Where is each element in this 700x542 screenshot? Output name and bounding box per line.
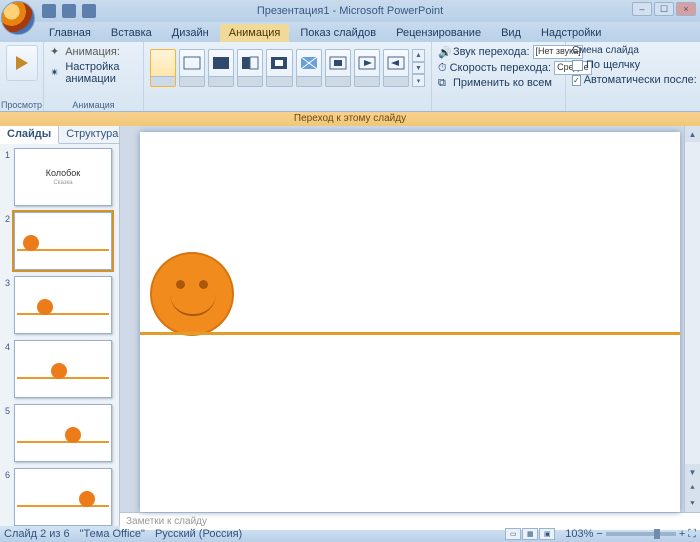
scroll-up-icon[interactable]: ▲ <box>685 126 700 142</box>
panel-tab-slides[interactable]: Слайды <box>0 126 59 144</box>
zoom-out-button[interactable]: − <box>596 528 602 540</box>
face-eye-left <box>176 280 185 289</box>
fit-to-window-button[interactable]: ⛶ <box>688 528 696 541</box>
normal-view-button[interactable]: ▭ <box>505 528 521 540</box>
thumb-number: 1 <box>2 148 10 206</box>
redo-icon[interactable] <box>82 4 96 18</box>
slide-canvas[interactable] <box>140 132 680 512</box>
apply-all-icon: ⧉ <box>438 77 450 89</box>
slide-thumbnail[interactable] <box>14 468 112 526</box>
slides-panel: Слайды Структура× 1КолобокСказка23456 <box>0 126 120 526</box>
next-slide-icon[interactable]: ⯆ <box>685 496 700 512</box>
custom-animation-label: Настройка анимации <box>65 61 137 85</box>
scroll-down-icon[interactable]: ▼ <box>685 464 700 480</box>
slide-thumbnail[interactable]: КолобокСказка <box>14 148 112 206</box>
office-button[interactable] <box>1 1 35 35</box>
maximize-button[interactable]: ☐ <box>654 2 674 16</box>
auto-after-checkbox[interactable]: ✓ <box>572 75 581 86</box>
sound-label: Звук перехода: <box>453 46 530 58</box>
view-buttons: ▭ ▦ ▣ <box>505 528 555 540</box>
zoom-slider[interactable] <box>606 532 676 536</box>
gear-star-icon: ✴ <box>50 66 59 80</box>
advance-group-title: Смена слайда <box>572 45 694 56</box>
ribbon: Просмотр ✦ Анимация: ✴ Настройка анимаци… <box>0 42 700 112</box>
save-icon[interactable] <box>42 4 56 18</box>
transition-item[interactable] <box>296 49 322 87</box>
tab-insert[interactable]: Вставка <box>102 24 161 42</box>
quick-access-toolbar <box>42 4 96 18</box>
tab-slideshow[interactable]: Показ слайдов <box>291 24 385 42</box>
slide-thumbnail[interactable] <box>14 276 112 334</box>
zoom-value[interactable]: 103% <box>565 528 593 540</box>
zoom-in-button[interactable]: + <box>679 528 685 540</box>
tab-design[interactable]: Дизайн <box>163 24 218 42</box>
on-click-label: По щелчку <box>586 59 640 71</box>
transition-gallery: ▲▼▾ <box>150 47 425 89</box>
transition-item[interactable] <box>237 49 263 87</box>
shape-kolobok-face[interactable] <box>150 252 234 336</box>
thumb-number: 6 <box>2 468 10 526</box>
apply-all-label: Применить ко всем <box>453 77 552 89</box>
slide-thumbnail[interactable] <box>14 340 112 398</box>
star-icon: ✦ <box>50 45 59 58</box>
speed-icon: ⏱ <box>438 62 447 74</box>
group-label-preview: Просмотр <box>0 100 43 110</box>
thumb-number: 4 <box>2 340 10 398</box>
status-theme: "Тема Office" <box>80 528 145 540</box>
preview-button[interactable] <box>6 45 38 81</box>
close-button[interactable]: × <box>676 2 696 16</box>
face-eye-right <box>199 280 208 289</box>
custom-animation-button[interactable]: ✴ Настройка анимации <box>50 61 137 85</box>
transition-item[interactable] <box>179 49 205 87</box>
tab-addins[interactable]: Надстройки <box>532 24 610 42</box>
transition-item[interactable] <box>383 49 409 87</box>
transition-item[interactable] <box>354 49 380 87</box>
auto-after-label: Автоматически после: <box>584 74 697 86</box>
thumb-number: 2 <box>2 212 10 270</box>
tab-view[interactable]: Вид <box>492 24 530 42</box>
ribbon-tabs: Главная Вставка Дизайн Анимация Показ сл… <box>0 22 700 42</box>
slideshow-view-button[interactable]: ▣ <box>539 528 555 540</box>
tab-animation[interactable]: Анимация <box>220 24 290 42</box>
slide-thumbnail[interactable] <box>14 404 112 462</box>
vertical-scrollbar[interactable]: ▲ ▼ ⯅ ⯆ <box>684 126 700 512</box>
sorter-view-button[interactable]: ▦ <box>522 528 538 540</box>
thumbnail-list: 1КолобокСказка2 3 4 5 6 <box>0 144 119 526</box>
transition-item[interactable] <box>208 49 234 87</box>
status-slide-info: Слайд 2 из 6 <box>4 528 70 540</box>
apply-to-all-button[interactable]: ⧉ Применить ко всем <box>438 77 559 89</box>
on-click-checkbox[interactable] <box>572 60 583 71</box>
thumb-number: 3 <box>2 276 10 334</box>
transition-item[interactable] <box>266 49 292 87</box>
group-label-animation: Анимация <box>44 100 143 110</box>
tab-review[interactable]: Рецензирование <box>387 24 490 42</box>
undo-icon[interactable] <box>62 4 76 18</box>
minimize-button[interactable]: – <box>632 2 652 16</box>
transition-item[interactable] <box>325 49 351 87</box>
animation-label: Анимация: <box>65 46 120 58</box>
shape-horizontal-line[interactable] <box>140 332 680 335</box>
ribbon-group-label-strip: Переход к этому слайду <box>0 112 700 126</box>
status-language[interactable]: Русский (Россия) <box>155 528 242 540</box>
prev-slide-icon[interactable]: ⯅ <box>685 480 700 496</box>
transition-none[interactable] <box>150 49 176 87</box>
thumb-number: 5 <box>2 404 10 462</box>
sound-icon: 🔊 <box>438 46 450 58</box>
window-title: Презентация1 - Microsoft PowerPoint <box>257 5 443 17</box>
gallery-scroll[interactable]: ▲▼▾ <box>412 49 425 87</box>
slide-thumbnail[interactable] <box>14 212 112 270</box>
tab-home[interactable]: Главная <box>40 24 100 42</box>
face-mouth <box>170 294 216 316</box>
speed-label: Скорость перехода: <box>450 62 551 74</box>
